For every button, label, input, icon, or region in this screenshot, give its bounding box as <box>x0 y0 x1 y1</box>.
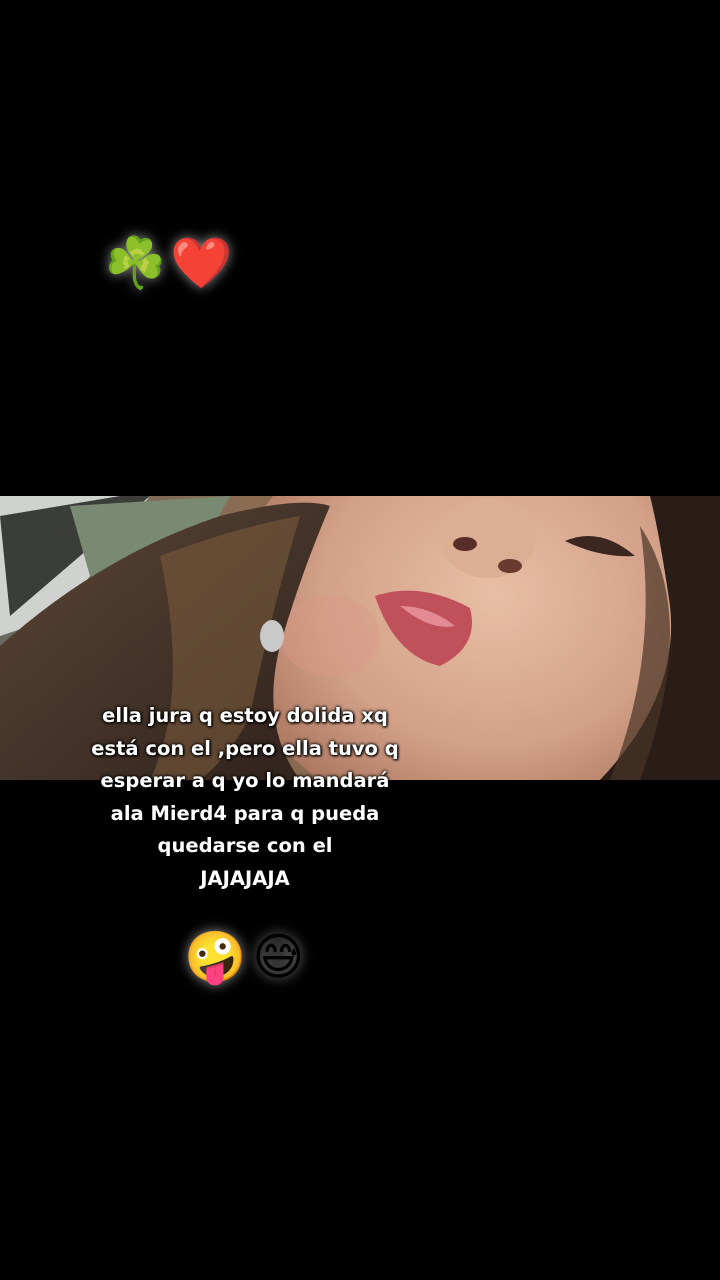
caption-line: ella jura q estoy dolida xq <box>102 704 388 727</box>
caption-line: esperar a q yo lo mandará <box>100 769 390 792</box>
grinning-sweat-face-icon: 😅 <box>252 928 311 986</box>
caption-line: está con el ,pero ella tuvo q <box>91 736 399 760</box>
top-emoji-row: ☘️❤️ <box>104 238 237 288</box>
caption-line: JAJAJAJA <box>200 866 290 890</box>
bottom-emoji-row: 🤪😅 <box>184 932 310 982</box>
caption-line: ala Mierd4 para q pueda <box>110 801 380 825</box>
shamrock-icon: ☘️ <box>104 234 171 292</box>
zany-face-icon: 🤪 <box>184 928 253 986</box>
red-heart-icon: ❤️ <box>170 234 237 292</box>
caption-line: quedarse con el <box>157 834 333 857</box>
caption-text: ella jura q estoy dolida xq está con el … <box>60 700 430 895</box>
